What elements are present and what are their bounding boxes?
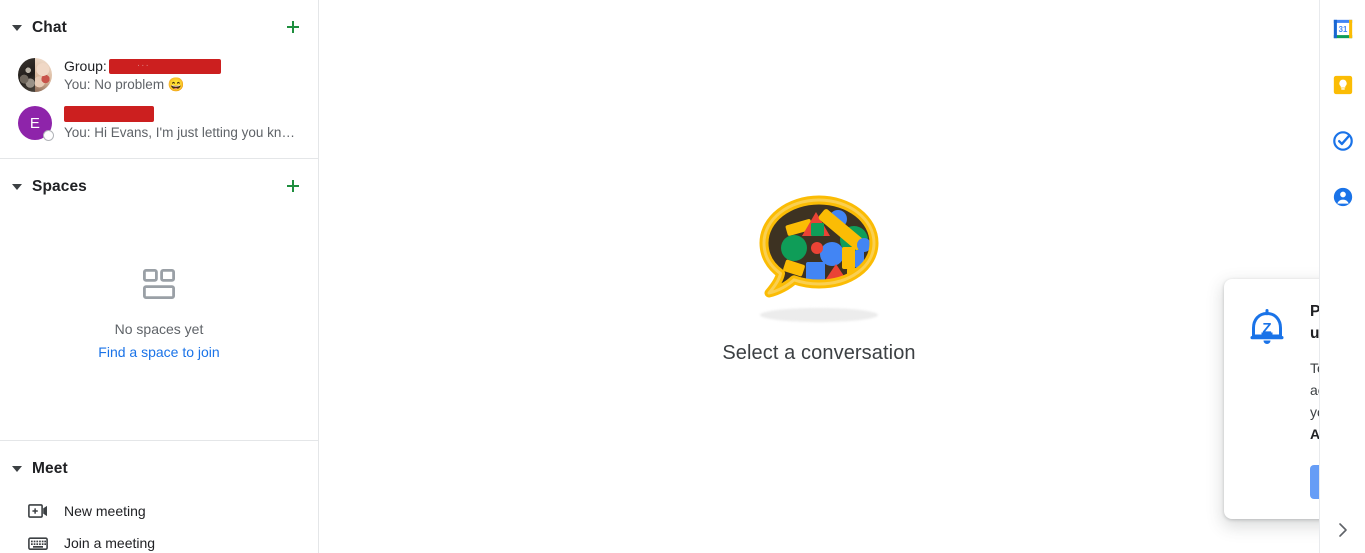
dialog-description: To pause Chat mobile notifications while… (1310, 357, 1320, 445)
continue-button[interactable]: Continue (1310, 465, 1319, 499)
chat-section-title: Chat (32, 19, 67, 36)
find-a-space-link[interactable]: Find a space to join (98, 342, 219, 362)
google-calendar-icon[interactable]: 31 (1330, 16, 1356, 42)
avatar-photo-right (35, 58, 52, 92)
pause-notifications-dialog: Z Pause mobile notifications while you'r… (1224, 279, 1320, 519)
dialog-body: Pause mobile notifications while you're … (1310, 301, 1320, 499)
spaces-section: Spaces No spaces yet Find a space to joi… (0, 159, 318, 362)
left-sidebar: Chat Group: ··· You: No problem 😄 E You:… (0, 0, 319, 553)
main-content-area: Select a conversation Z Paus (319, 0, 1320, 553)
chevron-right-icon[interactable] (1332, 519, 1354, 541)
redaction-bar: ··· (108, 58, 221, 74)
video-camera-plus-icon (28, 501, 48, 521)
new-meeting-item[interactable]: New meeting (0, 495, 318, 527)
chat-app-window: Chat Group: ··· You: No problem 😄 E You:… (0, 0, 1365, 553)
dialog-top: Z Pause mobile notifications while you'r… (1244, 301, 1320, 499)
new-chat-plus-button[interactable] (282, 17, 304, 39)
chat-section: Chat Group: ··· You: No problem 😄 E You:… (0, 0, 318, 158)
spaces-empty-state: No spaces yet Find a space to join (0, 207, 318, 362)
dialog-actions: Continue No thanks (1310, 465, 1319, 499)
empty-state-title: Select a conversation (722, 342, 916, 364)
avatar: E (18, 106, 54, 141)
redaction-bar (64, 106, 154, 122)
chat-item-title (64, 105, 308, 123)
chat-item-preview: You: No problem 😄 (64, 77, 185, 92)
spaces-empty-icon (142, 268, 176, 305)
chat-list-item-dm[interactable]: E You: Hi Evans, I'm just letting you kn… (0, 100, 318, 148)
caret-down-icon[interactable] (8, 19, 26, 37)
google-tasks-icon[interactable] (1330, 128, 1356, 154)
dialog-text-part1: To pause Chat mobile notifications while… (1310, 360, 1319, 420)
chat-section-header[interactable]: Chat (0, 8, 318, 48)
chat-item-texts: Group: ··· You: No problem 😄 (64, 56, 308, 94)
dialog-title: Pause mobile notifications while you're … (1310, 303, 1320, 342)
spaces-section-header[interactable]: Spaces (0, 167, 318, 207)
meet-section-title: Meet (32, 460, 68, 477)
caret-down-icon[interactable] (8, 178, 26, 196)
new-meeting-label: New meeting (64, 503, 146, 519)
meet-section-header[interactable]: Meet (0, 449, 318, 489)
join-a-meeting-item[interactable]: Join a meeting (0, 527, 318, 553)
illustration-shadow (760, 308, 878, 322)
bell-snooze-icon: Z (1244, 305, 1290, 351)
empty-conversation-state: Select a conversation (319, 192, 1319, 366)
caret-down-icon[interactable] (8, 460, 26, 478)
chat-item-title-prefix: Group: (64, 58, 107, 74)
new-space-plus-button[interactable] (282, 176, 304, 198)
chat-list: Group: ··· You: No problem 😄 E You: Hi E… (0, 48, 318, 158)
keyboard-icon (28, 533, 48, 553)
chat-item-texts: You: Hi Evans, I'm just letting you know… (64, 104, 308, 142)
group-avatar-split-photo (18, 58, 52, 92)
join-a-meeting-label: Join a meeting (64, 535, 156, 551)
redaction-dots: ··· (136, 59, 150, 71)
dialog-title-row: Pause mobile notifications while you're … (1310, 301, 1320, 345)
google-contacts-icon[interactable] (1330, 184, 1356, 210)
spaces-section-title: Spaces (32, 178, 87, 195)
meet-section: Meet New meeting Join a meeting (0, 441, 318, 553)
avatar (18, 58, 52, 92)
chat-item-title: Group: ··· (64, 57, 308, 75)
chat-list-item-group[interactable]: Group: ··· You: No problem 😄 (0, 52, 318, 100)
chat-item-preview: You: Hi Evans, I'm just letting you know… (64, 125, 296, 140)
avatar-photo-left (18, 58, 35, 92)
dialog-text-bold-allow: Allow (1310, 426, 1320, 442)
google-keep-icon[interactable] (1330, 72, 1356, 98)
presence-status-icon (43, 130, 54, 141)
svg-text:31: 31 (1338, 25, 1347, 34)
side-panel-rail: 31 (1320, 0, 1365, 553)
spaces-empty-text: No spaces yet (114, 321, 204, 337)
chat-bubble-blocks-illustration (754, 192, 884, 304)
